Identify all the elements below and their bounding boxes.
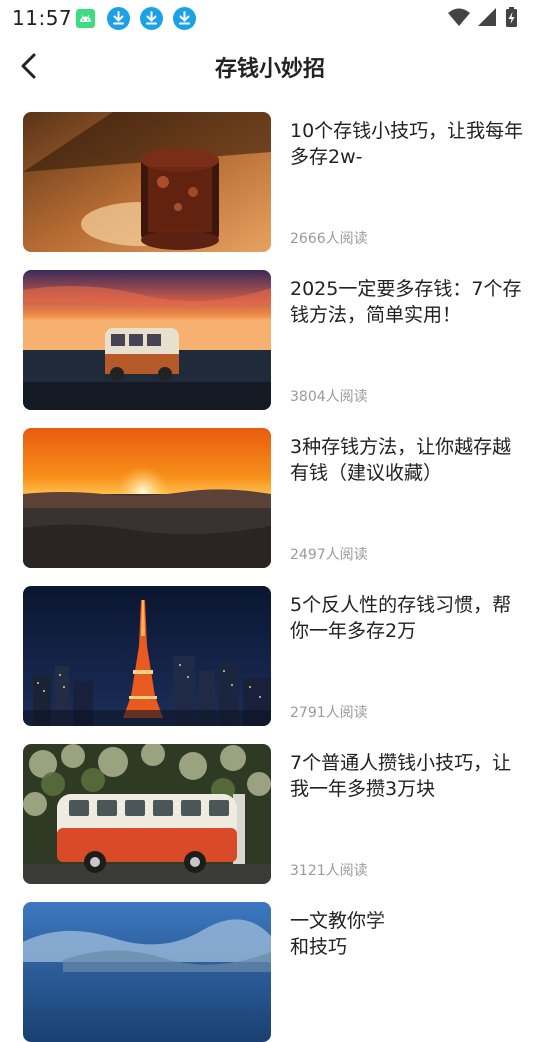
article-title: 10个存钱小技巧，让我每年多存2w- [290, 120, 524, 168]
download-icon [140, 7, 163, 30]
article-title: 3种存钱方法，让你越存越有钱（建议收藏） [290, 436, 512, 484]
battery-charging-icon [506, 7, 517, 27]
status-time: 11:57 [12, 6, 73, 30]
blue-sky-image [23, 902, 271, 1042]
article-read-count: 2666人阅读 [290, 231, 368, 247]
download-icon [173, 7, 196, 30]
article-thumbnail [23, 112, 271, 252]
article-read-count: 3804人阅读 [290, 389, 368, 405]
article-title: 7个普通人攒钱小技巧，让我一年多攒3万块 [290, 752, 512, 800]
page-title: 存钱小妙招 [214, 57, 325, 82]
article-card[interactable]: 5个反人性的存钱习惯，帮你一年多存2万 2791人阅读 [0, 586, 540, 726]
article-title: 2025一定要多存钱：7个存钱方法，简单实用！ [290, 278, 522, 326]
glass-drink-image [23, 112, 271, 252]
sunset-clouds-image [23, 428, 271, 568]
red-bus-image [23, 744, 271, 884]
article-thumbnail [23, 902, 271, 1042]
article-read-count: 3121人阅读 [290, 863, 368, 879]
article-thumbnail [23, 586, 271, 726]
tokyo-tower-image [23, 586, 271, 726]
van-sunset-image [23, 270, 271, 410]
status-bar: 11:57 [0, 0, 540, 36]
app-header: 存钱小妙招 [0, 36, 540, 98]
article-thumbnail [23, 270, 271, 410]
article-read-count: 2497人阅读 [290, 547, 368, 563]
download-icon [107, 7, 130, 30]
scroll-fade [370, 900, 540, 960]
status-icons [446, 6, 526, 30]
article-card[interactable]: 2025一定要多存钱：7个存钱方法，简单实用！ 3804人阅读 [0, 270, 540, 410]
article-thumbnail [23, 428, 271, 568]
wifi-icon [448, 8, 470, 26]
article-thumbnail [23, 744, 271, 884]
android-icon [76, 9, 95, 28]
article-card[interactable]: 10个存钱小技巧，让我每年多存2w- 2666人阅读 [0, 112, 540, 252]
article-title: 5个反人性的存钱习惯，帮你一年多存2万 [290, 594, 512, 642]
article-read-count: 2791人阅读 [290, 705, 368, 721]
signal-icon [478, 8, 496, 26]
article-card[interactable]: 3种存钱方法，让你越存越有钱（建议收藏） 2497人阅读 [0, 428, 540, 568]
article-card[interactable]: 7个普通人攒钱小技巧，让我一年多攒3万块 3121人阅读 [0, 744, 540, 884]
